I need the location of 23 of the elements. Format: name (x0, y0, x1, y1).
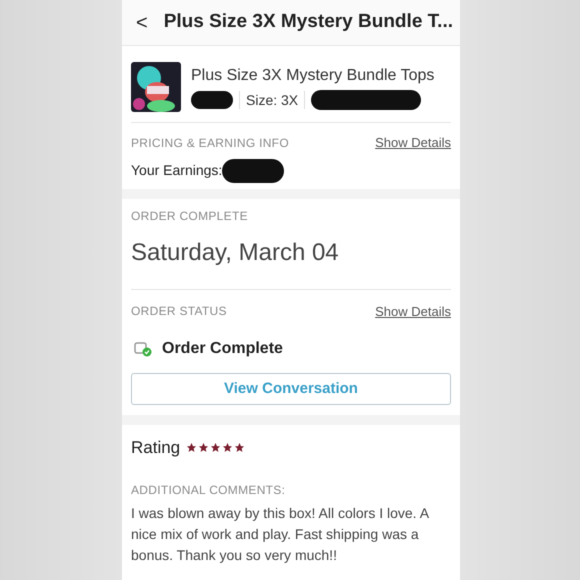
section-label: PRICING & EARNING INFO (131, 134, 289, 152)
section-label: ORDER STATUS (131, 303, 227, 320)
show-details-link[interactable]: Show Details (375, 302, 451, 321)
redaction-mark (191, 91, 233, 109)
star-icon (234, 442, 246, 454)
redaction-mark (222, 158, 284, 182)
page-title: Plus Size 3X Mystery Bundle T... (164, 10, 454, 34)
product-name: Plus Size 3X Mystery Bundle Tops (191, 66, 434, 86)
star-icon (198, 442, 210, 454)
rating-label: Rating (131, 437, 180, 459)
section-label: ADDITIONAL COMMENTS: (131, 482, 286, 498)
star-icon (222, 442, 234, 454)
order-status-text: Order Complete (162, 339, 283, 359)
star-icon (210, 442, 222, 454)
back-button[interactable]: < (136, 8, 148, 38)
order-date: Saturday, March 04 (131, 238, 340, 268)
earnings-label: Your Earnings: (131, 161, 222, 180)
package-check-icon (134, 341, 152, 357)
comment-text: I was blown away by this box! All colors I love. A nice mix of work and play. Fast shipping was a bonus. Thank you so very much!! (131, 504, 430, 565)
section-label: ORDER COMPLETE (131, 208, 249, 224)
size-label: Size: 3X (246, 90, 298, 110)
show-details-link[interactable]: Show Details (375, 133, 451, 152)
star-icon (186, 442, 198, 454)
